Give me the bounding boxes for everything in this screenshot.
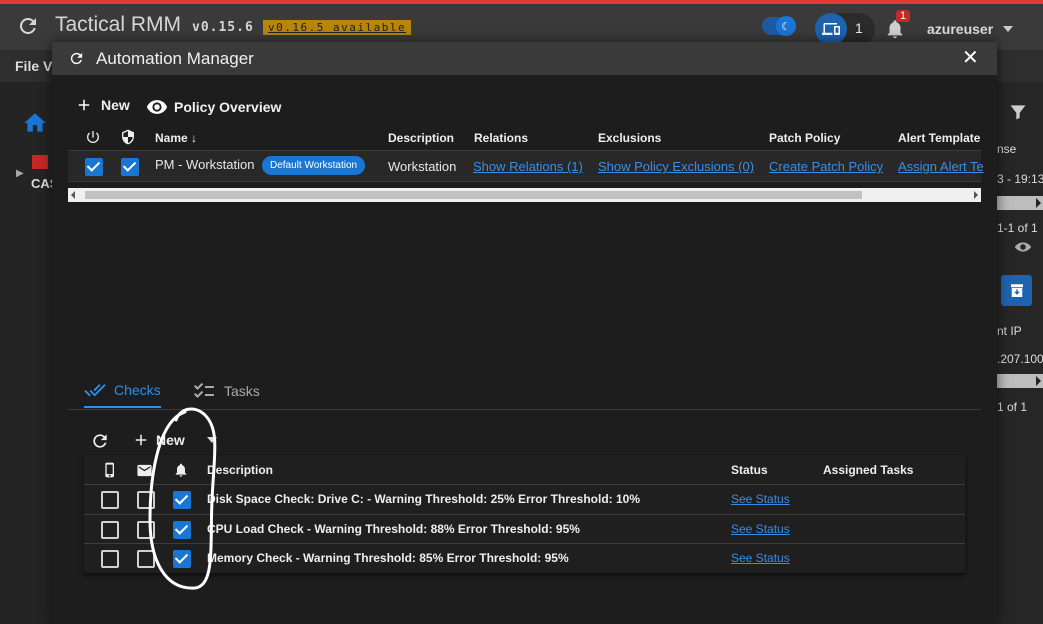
col-patch-policy: Patch Policy: [769, 131, 841, 145]
show-exclusions-link[interactable]: Show Policy Exclusions (0): [598, 159, 754, 174]
dashboard-alert-icon: [175, 463, 187, 477]
double-check-icon: [84, 384, 106, 397]
col-name[interactable]: Name ↓: [155, 131, 197, 145]
text-alert-checkbox[interactable]: [101, 521, 119, 539]
bg-scrollbar-2[interactable]: [997, 374, 1043, 388]
new-check-button[interactable]: New: [132, 431, 217, 449]
bg-pagination: 1-1 of 1: [997, 221, 1038, 235]
user-menu-caret-icon[interactable]: [1003, 26, 1013, 32]
checklist-icon: [194, 382, 214, 398]
refresh-checks-icon[interactable]: [90, 431, 110, 451]
eye-off-icon[interactable]: [1012, 236, 1034, 258]
see-status-link[interactable]: See Status: [731, 492, 790, 506]
plus-icon: [135, 434, 147, 446]
assign-alert-template-link[interactable]: Assign Alert Te: [898, 159, 984, 174]
tab-tasks[interactable]: Tasks: [192, 374, 260, 408]
automation-manager-dialog: Automation Manager ✕ New Policy Overview…: [52, 42, 997, 624]
bg-scrollbar[interactable]: [997, 196, 1043, 210]
policy-overview-label: Policy Overview: [174, 99, 282, 115]
refresh-icon[interactable]: [68, 50, 85, 67]
policy-overview-button[interactable]: Policy Overview: [146, 96, 281, 118]
filter-icon[interactable]: [1008, 102, 1028, 122]
show-relations-link[interactable]: Show Relations (1): [473, 159, 583, 174]
default-policy-badge: Default Workstation: [262, 156, 366, 175]
app-title: Tactical RMM: [55, 13, 182, 36]
user-menu[interactable]: azureuser: [927, 21, 993, 37]
policy-name: PM - Workstation: [155, 157, 255, 172]
new-policy-label: New: [101, 97, 130, 113]
dark-mode-toggle[interactable]: ☾: [762, 16, 796, 36]
check-description: CPU Load Check - Warning Threshold: 88% …: [207, 522, 580, 536]
bg-pagination-2: 1 of 1: [997, 400, 1028, 414]
check-row[interactable]: CPU Load Check - Warning Threshold: 88% …: [84, 514, 965, 544]
notification-badge: 1: [896, 10, 911, 22]
tab-checks-label: Checks: [114, 382, 161, 398]
power-icon: [87, 131, 99, 143]
see-status-link[interactable]: See Status: [731, 522, 790, 536]
app-version: v0.15.6: [192, 20, 254, 35]
eye-icon: [146, 100, 168, 114]
checks-table: Description Status Assigned Tasks Disk S…: [84, 455, 965, 573]
client-icon: [32, 155, 48, 169]
bg-column-header: nse: [997, 142, 1017, 156]
policy-table-scrollbar[interactable]: [68, 188, 981, 202]
shield-icon: [122, 129, 134, 145]
check-row[interactable]: Disk Space Check: Drive C: - Warning Thr…: [84, 484, 965, 514]
bg-agent-ip: .207.100: [997, 352, 1043, 366]
dashboard-alert-checkbox[interactable]: [173, 521, 191, 539]
text-alert-checkbox[interactable]: [101, 491, 119, 509]
col-alert-template: Alert Template: [898, 131, 981, 145]
new-policy-button[interactable]: New: [75, 96, 130, 114]
refresh-icon[interactable]: [16, 14, 40, 38]
agents-count: 1: [855, 20, 863, 36]
col-status: Status: [731, 463, 768, 477]
email-alert-icon: [137, 464, 152, 477]
scroll-right-icon[interactable]: [974, 191, 978, 199]
email-alert-checkbox[interactable]: [137, 521, 155, 539]
close-icon[interactable]: ✕: [962, 48, 979, 68]
moon-icon: ☾: [776, 16, 796, 36]
see-status-link[interactable]: See Status: [731, 551, 790, 565]
col-description: Description: [207, 463, 274, 477]
dialog-title: Automation Manager: [96, 49, 254, 68]
dashboard-alert-checkbox[interactable]: [173, 550, 191, 568]
policy-enabled-checkbox[interactable]: [85, 158, 103, 176]
scrollbar-thumb[interactable]: [85, 191, 862, 199]
create-patch-policy-link[interactable]: Create Patch Policy: [769, 159, 883, 174]
update-available-link[interactable]: v0.16.5 available: [263, 20, 412, 35]
check-description: Disk Space Check: Drive C: - Warning Thr…: [207, 492, 640, 506]
policy-description: Workstation: [388, 159, 457, 174]
text-alert-icon: [105, 462, 114, 478]
menu-file[interactable]: File V: [15, 58, 52, 74]
dashboard-alert-checkbox[interactable]: [173, 491, 191, 509]
bg-agent-ip-header: nt IP: [997, 324, 1022, 338]
dropdown-caret-icon: [206, 437, 217, 443]
tree-expand-icon[interactable]: ▶: [16, 168, 24, 179]
scroll-left-icon[interactable]: [71, 191, 75, 199]
tabs-bar: Checks Tasks: [68, 374, 981, 410]
home-icon[interactable]: [22, 110, 48, 136]
new-check-label: New: [156, 432, 185, 448]
text-alert-checkbox[interactable]: [101, 550, 119, 568]
tab-checks[interactable]: Checks: [84, 374, 161, 408]
col-relations: Relations: [474, 131, 529, 145]
check-row[interactable]: Memory Check - Warning Threshold: 85% Er…: [84, 543, 965, 573]
tab-tasks-label: Tasks: [224, 383, 260, 399]
email-alert-checkbox[interactable]: [137, 550, 155, 568]
bg-date-text: 3 - 19:13: [997, 172, 1043, 186]
devices-icon: [815, 13, 847, 45]
email-alert-checkbox[interactable]: [137, 491, 155, 509]
check-description: Memory Check - Warning Threshold: 85% Er…: [207, 551, 569, 565]
dialog-header: Automation Manager ✕: [52, 42, 997, 75]
plus-icon: [78, 99, 90, 111]
col-description: Description: [388, 131, 455, 145]
policy-row[interactable]: PM - Workstation Default Workstation Wor…: [68, 150, 984, 182]
agents-count-button[interactable]: 1: [815, 13, 875, 45]
archive-icon[interactable]: [1001, 275, 1032, 306]
policy-enforced-checkbox[interactable]: [121, 158, 139, 176]
col-assigned-tasks: Assigned Tasks: [823, 463, 914, 477]
col-exclusions: Exclusions: [598, 131, 662, 145]
policy-table: Name ↓ Description Relations Exclusions …: [68, 122, 984, 204]
